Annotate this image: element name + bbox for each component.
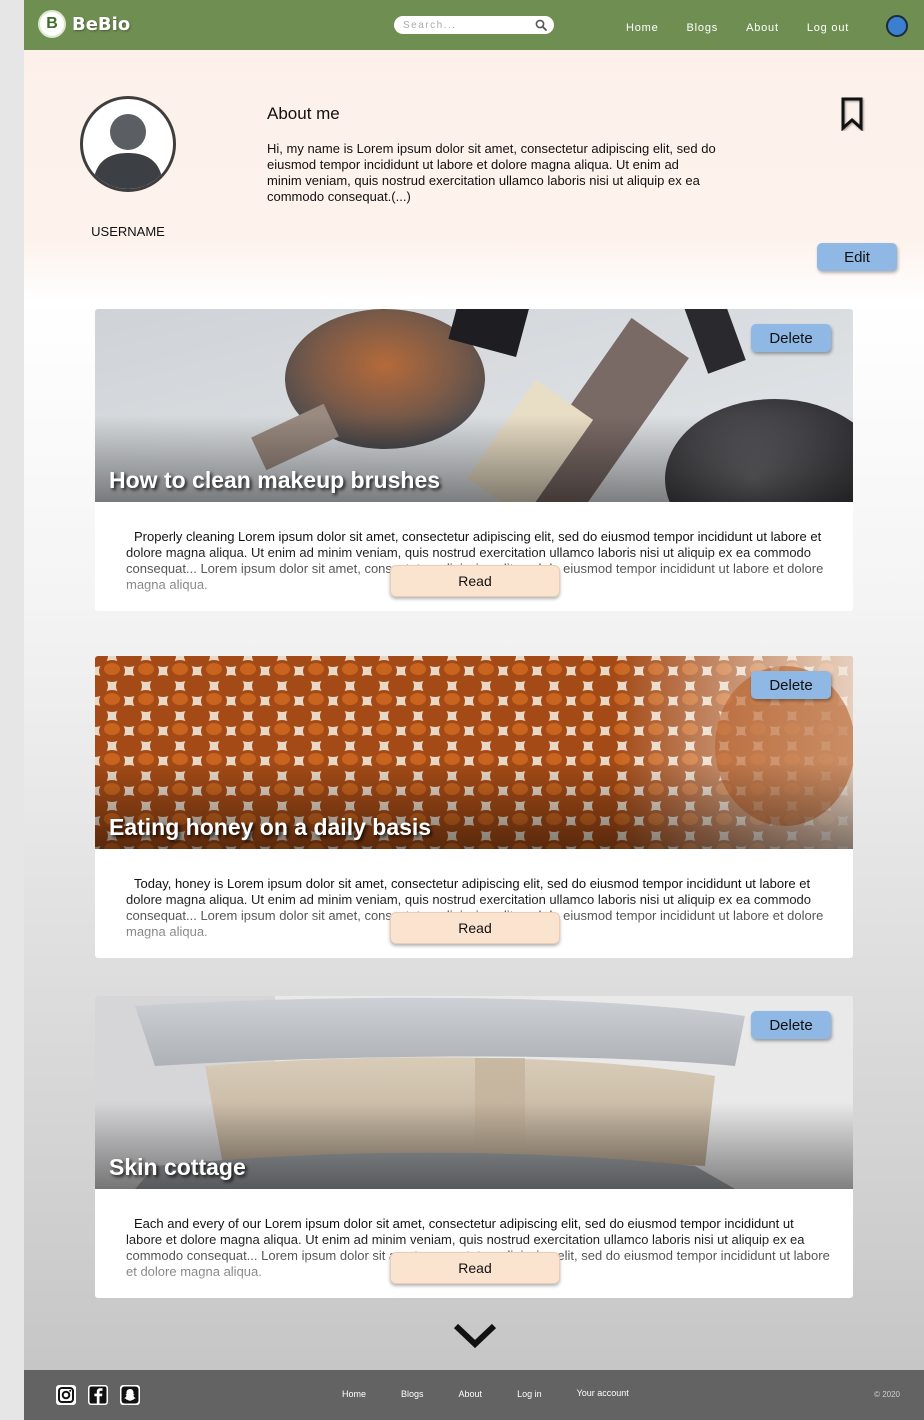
logo-text: BeBio — [72, 13, 131, 35]
post-title: Skin cottage — [109, 1154, 246, 1180]
page: B BeBio Home Blogs About Log out USERNAM… — [24, 0, 924, 1420]
footer-link-login[interactable]: Log in — [517, 1389, 542, 1399]
read-post-button[interactable]: Read — [390, 912, 560, 944]
read-post-button[interactable]: Read — [390, 565, 560, 597]
delete-post-button[interactable]: Delete — [751, 324, 831, 352]
about-text: Hi, my name is Lorem ipsum dolor sit ame… — [267, 141, 716, 204]
footer-link-about[interactable]: About — [459, 1389, 483, 1399]
footer-links: Home Blogs About Log in Your account — [342, 1388, 664, 1399]
snapchat-icon[interactable] — [119, 1384, 141, 1406]
copyright: © 2020 — [874, 1390, 900, 1399]
instagram-icon[interactable] — [55, 1384, 77, 1406]
delete-post-button[interactable]: Delete — [751, 1011, 831, 1039]
user-avatar-icon[interactable] — [886, 15, 908, 37]
blog-card: Skin cottage Delete Each and every of ou… — [95, 996, 853, 1298]
search-bar — [394, 16, 554, 34]
blog-card: Eating honey on a daily basis Delete Tod… — [95, 656, 853, 958]
nav-link-logout[interactable]: Log out — [807, 22, 849, 34]
search-icon[interactable] — [535, 19, 547, 31]
username: USERNAME — [91, 224, 165, 239]
about-title: About me — [267, 104, 340, 123]
logo-badge-icon: B — [38, 10, 66, 38]
nav-link-home[interactable]: Home — [626, 22, 659, 34]
user-silhouette-icon — [93, 114, 163, 189]
nav-link-blogs[interactable]: Blogs — [687, 22, 719, 34]
read-post-button[interactable]: Read — [390, 1252, 560, 1284]
edit-profile-button[interactable]: Edit — [817, 243, 897, 271]
profile-avatar — [80, 96, 176, 192]
footer: Home Blogs About Log in Your account © 2… — [24, 1370, 924, 1420]
footer-link-account[interactable]: Your account — [577, 1388, 629, 1399]
bookmark-icon[interactable] — [840, 97, 866, 131]
delete-post-button[interactable]: Delete — [751, 671, 831, 699]
post-title: Eating honey on a daily basis — [109, 814, 432, 840]
footer-link-home[interactable]: Home — [342, 1389, 366, 1399]
card-image-towels[interactable]: Skin cottage Delete — [95, 996, 853, 1189]
chevron-down-icon[interactable] — [452, 1320, 498, 1350]
top-navbar: B BeBio Home Blogs About Log out — [24, 0, 924, 50]
post-title: How to clean makeup brushes — [109, 467, 441, 493]
card-image-honeycomb[interactable]: Eating honey on a daily basis Delete — [95, 656, 853, 849]
logo[interactable]: B BeBio — [38, 10, 130, 38]
nav-link-about[interactable]: About — [746, 22, 779, 34]
card-image-makeup-brushes[interactable]: How to clean makeup brushes Delete — [95, 309, 853, 502]
search-input[interactable] — [403, 17, 531, 33]
facebook-icon[interactable] — [87, 1384, 109, 1406]
footer-link-blogs[interactable]: Blogs — [401, 1389, 424, 1399]
nav-links: Home Blogs About Log out — [626, 22, 877, 34]
blog-card: How to clean makeup brushes Delete Prope… — [95, 309, 853, 611]
